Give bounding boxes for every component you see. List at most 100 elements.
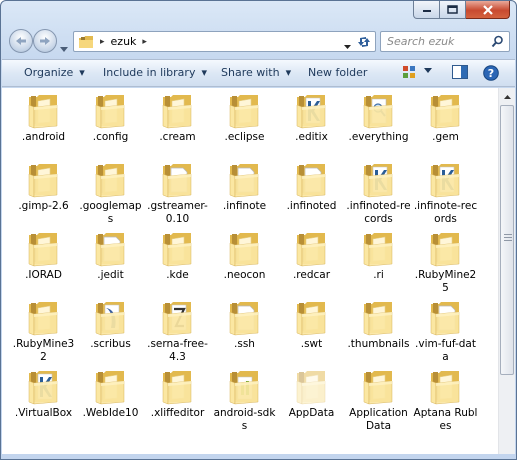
folder-icon: [158, 162, 198, 198]
folder-icon: [359, 162, 399, 198]
file-list-view[interactable]: .android .config .cream .eclipse .editix .eve…: [2, 88, 515, 454]
new-folder-button[interactable]: New folder: [308, 66, 367, 79]
new-folder-label: New folder: [308, 66, 368, 79]
folder-item[interactable]: .infinote-records: [412, 157, 479, 226]
help-button[interactable]: ?: [483, 65, 499, 81]
include-in-library-menu[interactable]: Include in library ▾: [103, 66, 207, 79]
folder-icon: [24, 162, 64, 198]
folder-icon: [91, 231, 131, 267]
folder-icon: [225, 162, 265, 198]
folder-item[interactable]: .RubyMine32: [10, 295, 77, 364]
folder-icon: [292, 300, 332, 336]
folder-item[interactable]: .cream: [144, 88, 211, 157]
folder-icon: [24, 93, 64, 129]
folder-label: AppData: [288, 407, 335, 419]
forward-arrow-icon: [40, 37, 50, 45]
change-view-button[interactable]: [402, 65, 416, 79]
folder-item[interactable]: AppData: [278, 364, 345, 433]
folder-item[interactable]: .serna-free-4.3: [144, 295, 211, 364]
folder-label: .everything: [348, 131, 409, 143]
folder-item[interactable]: .scribus: [77, 295, 144, 364]
maximize-button[interactable]: [440, 1, 466, 19]
folder-icon: [292, 162, 332, 198]
folder-icon: [359, 93, 399, 129]
scrollbar-thumb[interactable]: [500, 105, 514, 375]
folder-item[interactable]: .infinoted-records: [345, 157, 412, 226]
folder-item[interactable]: .everything: [345, 88, 412, 157]
folder-icon: [24, 369, 64, 405]
folder-item[interactable]: .editix: [278, 88, 345, 157]
share-with-label: Share with: [221, 66, 280, 79]
folder-item[interactable]: .infinote: [211, 157, 278, 226]
folder-item[interactable]: Application Data: [345, 364, 412, 433]
folder-label: .WebIde10: [82, 407, 139, 419]
include-in-library-label: Include in library: [103, 66, 196, 79]
folder-icon: [225, 231, 265, 267]
folder-item[interactable]: android-sdks: [211, 364, 278, 433]
explorer-window: ▸ ezuk ▸ Search ezuk Organize ▾ Include …: [0, 0, 517, 460]
search-icon[interactable]: [491, 35, 504, 48]
close-button[interactable]: [466, 1, 510, 19]
folder-icon: [426, 231, 466, 267]
path-separator-trailing[interactable]: ▸: [142, 37, 147, 47]
folder-label: Application Data: [349, 407, 408, 432]
folder-item[interactable]: .RubyMine25: [412, 226, 479, 295]
folder-item[interactable]: .gem: [412, 88, 479, 157]
folder-item[interactable]: .redcar: [278, 226, 345, 295]
folder-item[interactable]: .kde: [144, 226, 211, 295]
folder-icon: [225, 369, 265, 405]
vertical-scrollbar[interactable]: [498, 88, 515, 454]
folder-label: .kde: [166, 269, 189, 281]
breadcrumb-current[interactable]: ezuk: [111, 35, 137, 48]
folder-icon: [91, 369, 131, 405]
folder-label: Aptana Rubles: [413, 407, 478, 432]
address-row: ▸ ezuk ▸ Search ezuk: [1, 25, 517, 57]
path-separator[interactable]: ▸: [100, 37, 105, 47]
folder-item[interactable]: .IORAD: [10, 226, 77, 295]
folder-item[interactable]: .thumbnails: [345, 295, 412, 364]
address-history-dropdown[interactable]: [344, 39, 351, 52]
folder-label: .gem: [432, 131, 459, 143]
folder-item[interactable]: .swt: [278, 295, 345, 364]
organize-label: Organize: [24, 66, 74, 79]
view-options-dropdown[interactable]: [424, 68, 432, 73]
folder-item[interactable]: Aptana Rubles: [412, 364, 479, 433]
search-input[interactable]: Search ezuk: [380, 31, 510, 52]
folder-item[interactable]: .ri: [345, 226, 412, 295]
back-button[interactable]: [9, 29, 33, 53]
organize-menu[interactable]: Organize ▾: [24, 66, 85, 79]
folder-item[interactable]: .xliffeditor: [144, 364, 211, 433]
minimize-button[interactable]: [413, 1, 440, 19]
folder-item[interactable]: .WebIde10: [77, 364, 144, 433]
folder-item[interactable]: .gimp-2.6: [10, 157, 77, 226]
folder-icon: [292, 231, 332, 267]
folder-label: android-sdks: [213, 407, 276, 432]
folder-item[interactable]: .googlemaps: [77, 157, 144, 226]
folder-item[interactable]: .neocon: [211, 226, 278, 295]
refresh-icon: [358, 37, 370, 47]
help-icon: ?: [483, 65, 499, 81]
folder-item[interactable]: .vim-fuf-data: [412, 295, 479, 364]
folder-item[interactable]: .ssh: [211, 295, 278, 364]
forward-button[interactable]: [33, 29, 57, 53]
folder-item[interactable]: .gstreamer-0.10: [144, 157, 211, 226]
scroll-up-button[interactable]: [499, 88, 515, 105]
folder-item[interactable]: .VirtualBox: [10, 364, 77, 433]
folder-label: .vim-fuf-data: [415, 338, 476, 363]
chevron-down-icon: [424, 68, 432, 73]
recent-pages-dropdown[interactable]: [60, 37, 68, 56]
svg-text:?: ?: [488, 67, 494, 80]
folder-item[interactable]: .jedit: [77, 226, 144, 295]
folder-icon: [91, 93, 131, 129]
folder-icon: [158, 369, 198, 405]
share-with-menu[interactable]: Share with ▾: [221, 66, 291, 79]
folder-item[interactable]: .infinoted: [278, 157, 345, 226]
refresh-button[interactable]: [356, 34, 372, 50]
folder-item[interactable]: .android: [10, 88, 77, 157]
folder-item[interactable]: .config: [77, 88, 144, 157]
address-bar[interactable]: ▸ ezuk ▸: [73, 31, 376, 52]
folder-item[interactable]: .eclipse: [211, 88, 278, 157]
folder-label: .ri: [373, 269, 384, 281]
preview-pane-button[interactable]: [452, 65, 468, 79]
folder-icon: [158, 231, 198, 267]
